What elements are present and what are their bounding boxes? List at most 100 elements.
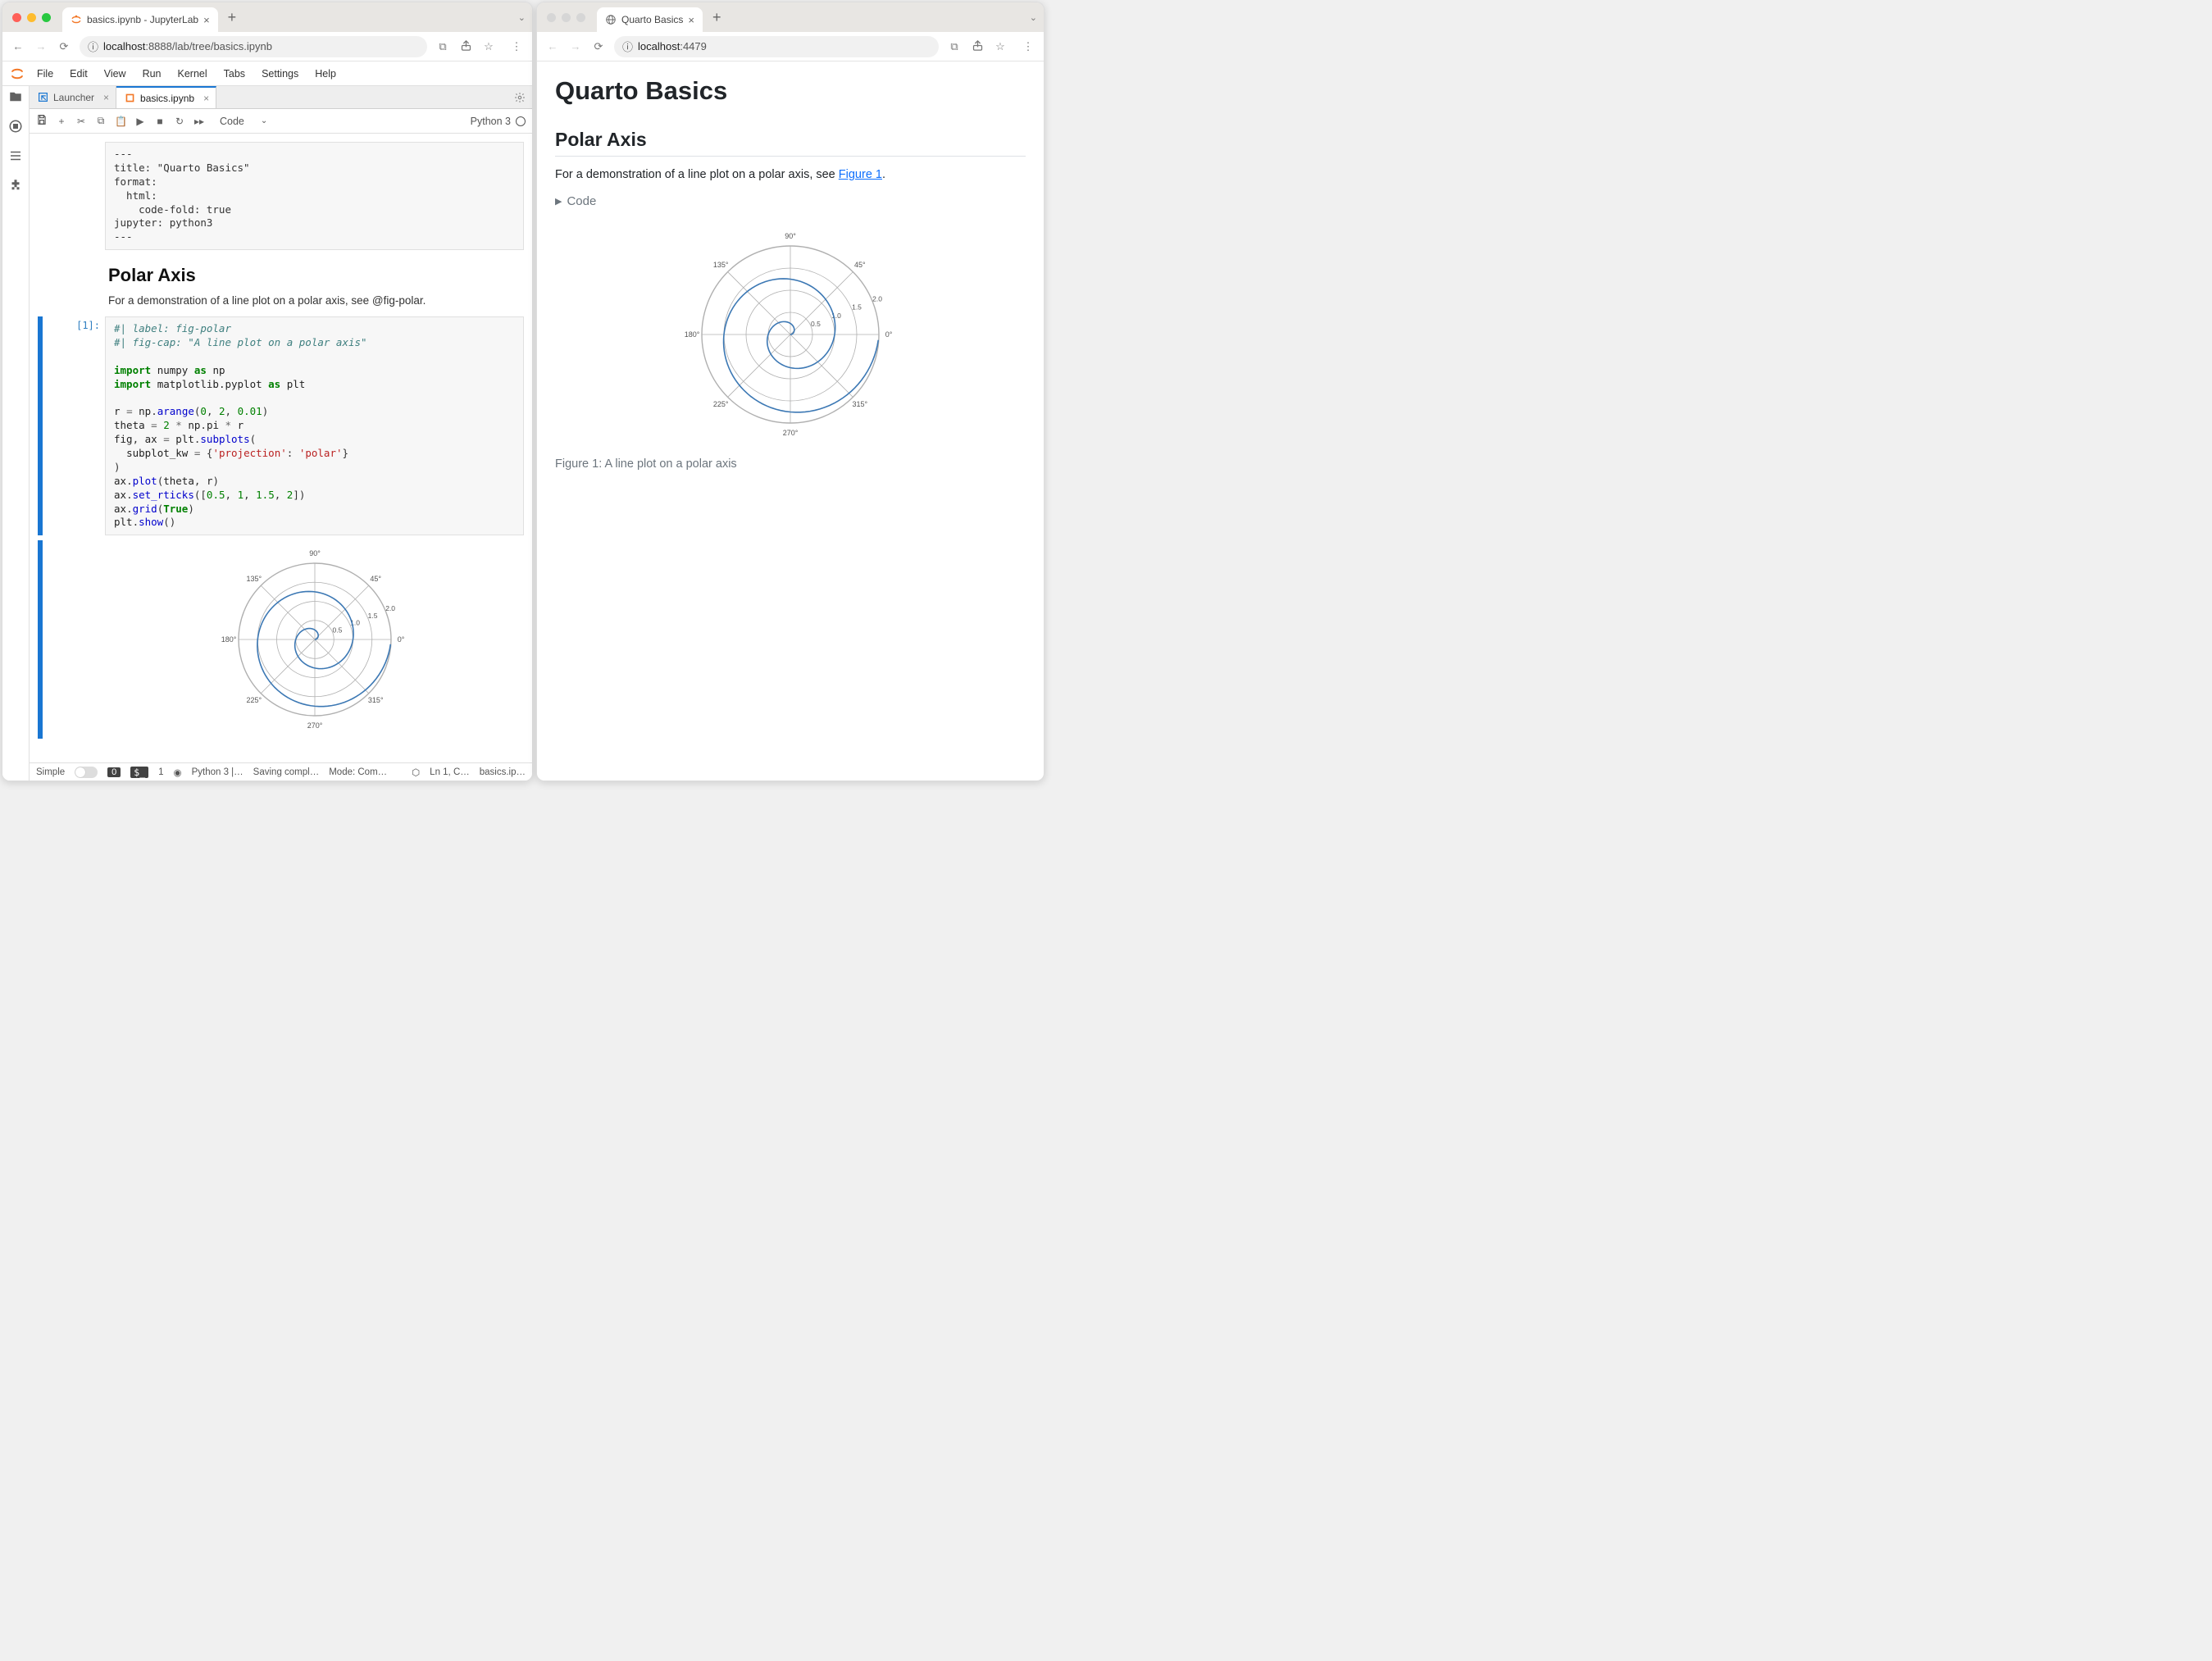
svg-text:180°: 180° xyxy=(221,635,236,644)
toc-icon[interactable] xyxy=(8,148,23,163)
site-info-icon[interactable]: ⓘ xyxy=(622,39,633,54)
zoom-window-icon[interactable] xyxy=(576,13,585,22)
save-icon[interactable] xyxy=(36,114,48,128)
close-tab-icon[interactable]: × xyxy=(203,14,210,26)
errors-count[interactable]: 0 xyxy=(107,767,121,777)
reload-button[interactable]: ⟳ xyxy=(591,40,606,53)
figure-link[interactable]: Figure 1 xyxy=(839,168,882,181)
menu-help[interactable]: Help xyxy=(307,65,344,83)
zoom-window-icon[interactable] xyxy=(42,13,51,22)
reload-button[interactable]: ⟳ xyxy=(57,40,71,53)
cell-type-select[interactable]: Code ⌄ xyxy=(213,114,274,129)
close-window-icon[interactable] xyxy=(12,13,21,22)
back-button[interactable]: ← xyxy=(545,40,560,52)
tab-settings-icon[interactable] xyxy=(507,86,532,108)
raw-cell[interactable]: --- title: "Quarto Basics" format: html:… xyxy=(38,142,524,250)
browser-tab-active[interactable]: Quarto Basics × xyxy=(597,7,703,32)
sb-saving: Saving compl… xyxy=(253,767,320,777)
restart-icon[interactable]: ↻ xyxy=(174,116,185,127)
open-external-icon[interactable]: ⧉ xyxy=(947,40,962,53)
tab-launcher[interactable]: Launcher × xyxy=(30,86,116,108)
site-info-icon[interactable]: ⓘ xyxy=(88,39,98,54)
forward-button[interactable]: → xyxy=(568,40,583,52)
code-fold-toggle[interactable]: ▶ Code xyxy=(555,194,1026,208)
polar-plot-figure: 0°45°90°135°180°225°270°315°0.51.01.52.0 xyxy=(684,228,897,441)
url-input[interactable]: ⓘ localhost:8888/lab/tree/basics.ipynb xyxy=(80,36,427,57)
extensions-icon[interactable] xyxy=(8,178,23,193)
page-title: Quarto Basics xyxy=(555,76,1026,106)
run-icon[interactable]: ▶ xyxy=(134,116,146,127)
minimize-window-icon[interactable] xyxy=(562,13,571,22)
share-icon[interactable] xyxy=(970,39,985,54)
file-browser-icon[interactable] xyxy=(8,89,23,104)
close-tab-icon[interactable]: × xyxy=(688,14,694,26)
close-tab-notebook-icon[interactable]: × xyxy=(203,93,209,104)
open-external-icon[interactable]: ⧉ xyxy=(435,40,450,53)
window-controls[interactable] xyxy=(9,13,51,22)
paste-icon[interactable]: 📋 xyxy=(115,116,126,127)
browser-menu-icon[interactable]: ⋮ xyxy=(509,40,524,53)
menu-tabs[interactable]: Tabs xyxy=(216,65,253,83)
terminal-icon[interactable]: $_ xyxy=(130,767,148,778)
sb-kernel[interactable]: Python 3 |… xyxy=(192,767,244,777)
close-tab-launcher-icon[interactable]: × xyxy=(103,92,109,103)
markdown-cell[interactable]: Polar Axis For a demonstration of a line… xyxy=(38,255,524,312)
forward-button[interactable]: → xyxy=(34,40,48,52)
md-text: For a demonstration of a line plot on a … xyxy=(108,294,524,307)
new-tab-button[interactable]: + xyxy=(712,9,721,26)
sb-mode: Mode: Com… xyxy=(329,767,387,777)
menu-kernel[interactable]: Kernel xyxy=(170,65,216,83)
menu-settings[interactable]: Settings xyxy=(253,65,307,83)
document-tabs: Launcher × basics.ipynb × xyxy=(30,86,532,109)
back-button[interactable]: ← xyxy=(11,40,25,52)
browser-tabbar-right: Quarto Basics × + ⌄ xyxy=(537,2,1044,32)
sb-ln[interactable]: Ln 1, C… xyxy=(430,767,470,777)
close-window-icon[interactable] xyxy=(547,13,556,22)
kernel-indicator[interactable]: Python 3 xyxy=(471,116,526,127)
run-all-icon[interactable]: ▸▸ xyxy=(193,116,205,127)
preview-window: Quarto Basics × + ⌄ ← → ⟳ ⓘ localhost:44… xyxy=(536,2,1045,781)
kernel-status-icon-sb: ◉ xyxy=(174,767,182,778)
running-icon[interactable] xyxy=(8,119,23,134)
new-tab-button[interactable]: + xyxy=(228,9,237,26)
svg-text:90°: 90° xyxy=(309,549,321,557)
svg-text:90°: 90° xyxy=(785,232,796,240)
browser-tabbar: basics.ipynb - JupyterLab × + ⌄ xyxy=(2,2,532,32)
code-cell[interactable]: [1]: #| label: fig-polar #| fig-cap: "A … xyxy=(38,316,524,535)
jupyter-favicon xyxy=(71,14,82,25)
menu-edit[interactable]: Edit xyxy=(61,65,96,83)
tab-overflow-icon[interactable]: ⌄ xyxy=(1030,12,1037,23)
preview-content[interactable]: Quarto Basics Polar Axis For a demonstra… xyxy=(537,61,1044,780)
minimize-window-icon[interactable] xyxy=(27,13,36,22)
trusted-icon[interactable]: ⬡ xyxy=(412,767,420,778)
code-cell-content[interactable]: #| label: fig-polar #| fig-cap: "A line … xyxy=(105,316,524,535)
chevron-down-icon: ⌄ xyxy=(261,116,267,125)
bookmark-icon[interactable]: ☆ xyxy=(993,40,1008,53)
window-controls-inactive[interactable] xyxy=(544,13,585,22)
menu-run[interactable]: Run xyxy=(134,65,170,83)
notebook-area[interactable]: --- title: "Quarto Basics" format: html:… xyxy=(30,134,532,762)
tab-notebook[interactable]: basics.ipynb × xyxy=(116,86,216,108)
browser-tab-title: basics.ipynb - JupyterLab xyxy=(87,14,198,25)
browser-tab-active[interactable]: basics.ipynb - JupyterLab × xyxy=(62,7,218,32)
jupyter-logo-icon[interactable] xyxy=(6,66,29,81)
share-icon[interactable] xyxy=(458,39,473,54)
tab-overflow-icon[interactable]: ⌄ xyxy=(518,12,526,23)
jupyterlab-window: basics.ipynb - JupyterLab × + ⌄ ← → ⟳ ⓘ … xyxy=(2,2,533,781)
menu-view[interactable]: View xyxy=(96,65,134,83)
add-cell-icon[interactable]: + xyxy=(56,116,67,127)
jupyter-statusbar: Simple 0 $_ 1 ◉ Python 3 |… Saving compl… xyxy=(30,762,532,780)
svg-text:45°: 45° xyxy=(854,261,866,269)
svg-text:2.0: 2.0 xyxy=(385,604,395,612)
simple-toggle[interactable] xyxy=(75,767,98,778)
url-input[interactable]: ⓘ localhost:4479 xyxy=(614,36,939,57)
copy-icon[interactable]: ⧉ xyxy=(95,115,107,127)
intro-paragraph: For a demonstration of a line plot on a … xyxy=(555,168,1026,181)
browser-menu-icon[interactable]: ⋮ xyxy=(1021,40,1035,53)
cut-icon[interactable]: ✂ xyxy=(75,116,87,127)
raw-cell-content[interactable]: --- title: "Quarto Basics" format: html:… xyxy=(105,142,524,250)
menu-file[interactable]: File xyxy=(29,65,61,83)
bookmark-icon[interactable]: ☆ xyxy=(481,40,496,53)
svg-text:0.5: 0.5 xyxy=(332,626,342,635)
stop-icon[interactable]: ■ xyxy=(154,116,166,127)
